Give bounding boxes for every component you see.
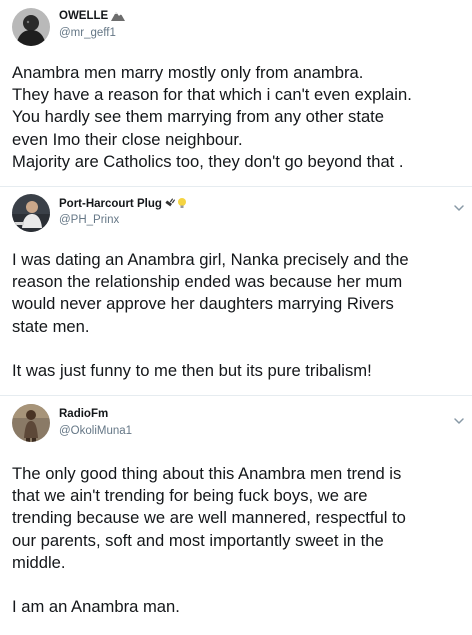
display-name[interactable]: Port-Harcourt Plug (59, 197, 187, 212)
chevron-down-icon[interactable] (452, 201, 466, 215)
plug-and-bulb-emoji-icon (165, 197, 187, 212)
tweet-line: The only good thing about this Anambra m… (12, 464, 402, 483)
tweet-line: It was just funny to me then but its pur… (12, 360, 372, 380)
avatar[interactable] (12, 194, 50, 232)
tweet-card[interactable]: RadioFm @OkoliMuna1 The only good thing … (0, 396, 472, 635)
avatar[interactable] (12, 8, 50, 46)
tweet-line: that we ain't trending for being fuck bo… (12, 486, 368, 506)
tweet-feed: OWELLE @mr_geff1 Anambra men marry mostl… (0, 0, 472, 635)
display-name-text[interactable]: Port-Harcourt Plug (59, 198, 162, 210)
username[interactable]: @mr_geff1 (59, 27, 116, 39)
tweet-line: They have a reason for that which i can'… (12, 85, 412, 105)
display-name[interactable]: OWELLE (59, 10, 126, 24)
tweet-line: middle. (12, 552, 66, 572)
username[interactable]: @PH_Prinx (59, 214, 119, 226)
avatar[interactable] (12, 404, 50, 442)
tweet-line: I am an Anambra man. (12, 597, 180, 617)
tweet-text: The only good thing about this Anambra m… (12, 463, 464, 618)
chevron-down-icon[interactable] (452, 414, 466, 428)
tweet-line: our parents, soft and most importantly s… (12, 530, 384, 550)
username[interactable]: @OkoliMuna1 (59, 425, 132, 437)
tweet-card[interactable]: Port-Harcourt Plug @PH_Prinx I was datin… (0, 187, 472, 395)
tweet-line: trending because we are well mannered, r… (12, 508, 406, 528)
tweet-line: would never approve her daughters marryi… (12, 294, 394, 314)
tweet-line: I was dating an Anambra girl, Nanka prec… (12, 250, 409, 269)
tweet-line: reason the relationship ended was becaus… (12, 272, 403, 292)
tweet-line: even Imo their close neighbour. (12, 129, 243, 149)
display-name[interactable]: RadioFm (59, 408, 108, 420)
mountain-emoji-icon (111, 10, 126, 24)
tweet-text: I was dating an Anambra girl, Nanka prec… (12, 249, 464, 382)
tweet-line: You hardly see them marrying from any ot… (12, 107, 385, 127)
tweet-line: Majority are Catholics too, they don't g… (12, 151, 404, 171)
tweet-text: Anambra men marry mostly only from anamb… (12, 62, 464, 173)
tweet-line: Anambra men marry mostly only from anamb… (12, 63, 364, 82)
display-name-text[interactable]: OWELLE (59, 10, 108, 22)
tweet-card[interactable]: OWELLE @mr_geff1 Anambra men marry mostl… (0, 0, 472, 186)
tweet-line: state men. (12, 316, 90, 336)
